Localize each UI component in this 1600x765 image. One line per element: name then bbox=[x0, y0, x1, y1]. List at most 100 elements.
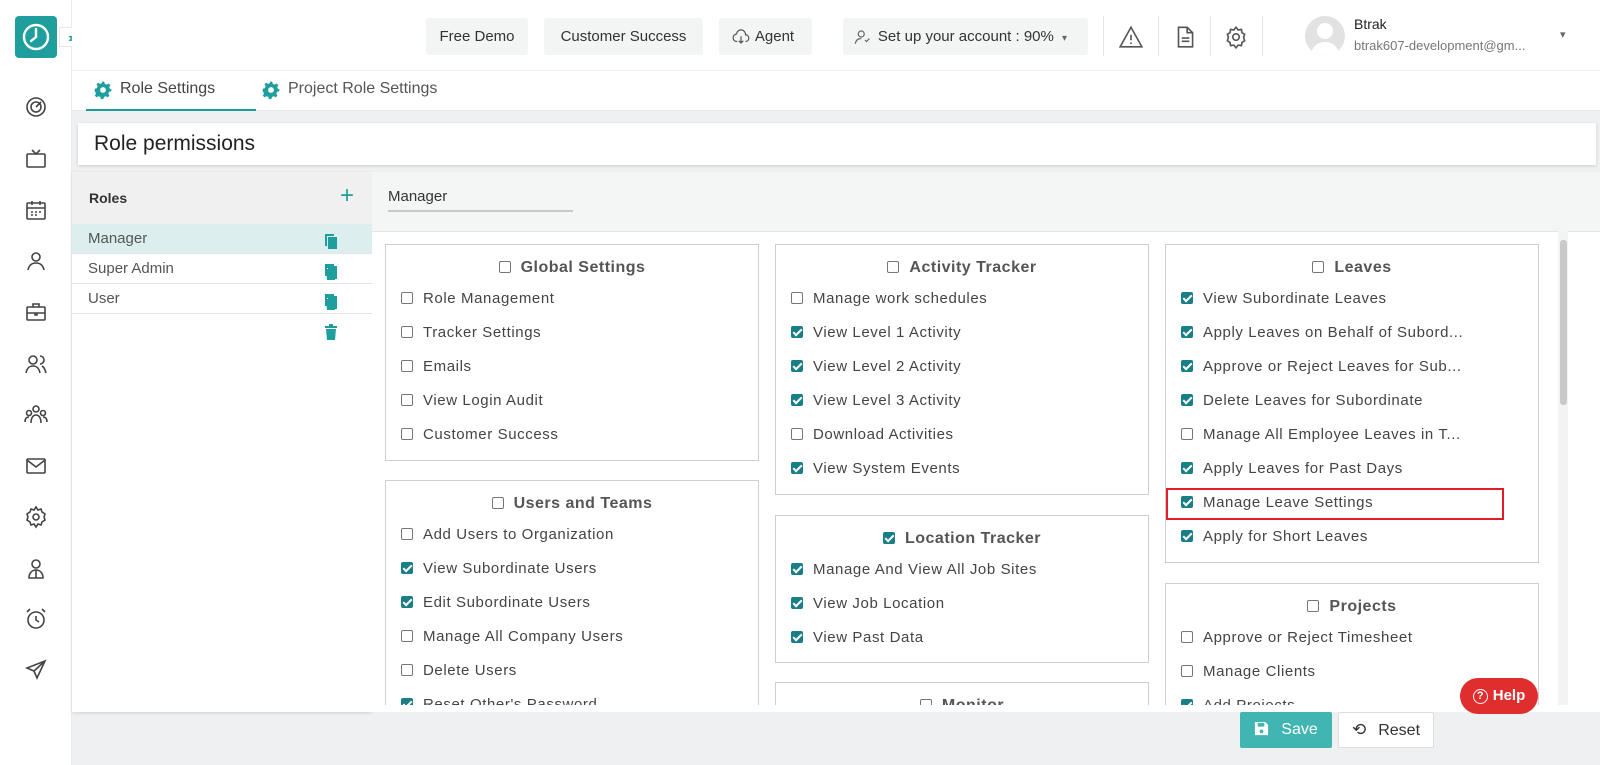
permission-checkbox[interactable] bbox=[401, 394, 413, 406]
card-title[interactable]: Location Tracker bbox=[776, 530, 1148, 548]
permission-checkbox[interactable] bbox=[401, 562, 413, 574]
customer-success-button[interactable]: Customer Success bbox=[544, 18, 703, 55]
permission-item[interactable]: Tracker Settings bbox=[401, 324, 741, 341]
add-role-icon[interactable]: + bbox=[340, 184, 354, 208]
permission-checkbox[interactable] bbox=[401, 630, 413, 642]
role-item-user[interactable]: User bbox=[72, 284, 372, 340]
permission-checkbox[interactable] bbox=[791, 563, 803, 575]
permission-checkbox[interactable] bbox=[791, 292, 803, 304]
permission-checkbox[interactable] bbox=[401, 326, 413, 338]
permission-checkbox[interactable] bbox=[1181, 699, 1193, 705]
permission-checkbox[interactable] bbox=[791, 326, 803, 338]
permission-checkbox[interactable] bbox=[401, 528, 413, 540]
reset-button[interactable]: ⟲ Reset bbox=[1338, 712, 1434, 748]
employee-icon[interactable] bbox=[24, 557, 48, 581]
send-icon[interactable] bbox=[24, 658, 48, 682]
permission-item[interactable]: Approve or Reject Leaves for Sub... bbox=[1181, 358, 1521, 375]
card-title[interactable]: Projects bbox=[1166, 598, 1538, 616]
permission-item[interactable]: View Login Audit bbox=[401, 392, 741, 409]
help-button[interactable]: ? Help bbox=[1460, 678, 1538, 714]
copy-icon[interactable] bbox=[324, 294, 338, 310]
permission-item[interactable]: Delete Users bbox=[401, 662, 741, 679]
permission-checkbox[interactable] bbox=[791, 631, 803, 643]
permission-item[interactable]: Role Management bbox=[401, 290, 741, 307]
permission-checkbox[interactable] bbox=[401, 664, 413, 676]
alarm-icon[interactable] bbox=[24, 607, 48, 631]
permission-item[interactable]: View Level 3 Activity bbox=[791, 392, 1131, 409]
select-all-checkbox[interactable] bbox=[498, 261, 511, 273]
select-all-checkbox[interactable] bbox=[919, 699, 932, 705]
select-all-checkbox[interactable] bbox=[1312, 261, 1325, 273]
permission-checkbox[interactable] bbox=[1181, 665, 1193, 677]
select-all-checkbox[interactable] bbox=[1307, 600, 1320, 612]
permission-item[interactable]: Emails bbox=[401, 358, 741, 375]
permission-item[interactable]: View Level 2 Activity bbox=[791, 358, 1131, 375]
card-title[interactable]: Leaves bbox=[1166, 259, 1538, 277]
permission-item[interactable]: Apply Leaves for Past Days bbox=[1181, 460, 1521, 477]
permission-item[interactable]: Manage All Company Users bbox=[401, 628, 741, 645]
permission-item[interactable]: Edit Subordinate Users bbox=[401, 594, 741, 611]
permission-checkbox[interactable] bbox=[401, 360, 413, 372]
permission-checkbox[interactable] bbox=[791, 360, 803, 372]
setup-account-dropdown[interactable]: Set up your account : 90% ▾ bbox=[843, 18, 1088, 55]
permission-item[interactable]: Delete Leaves for Subordinate bbox=[1181, 392, 1521, 409]
role-item-super-admin[interactable]: Super Admin bbox=[72, 254, 372, 310]
permission-checkbox[interactable] bbox=[791, 462, 803, 474]
select-all-checkbox[interactable] bbox=[887, 261, 900, 273]
settings-icon[interactable] bbox=[24, 505, 48, 529]
user-icon[interactable] bbox=[24, 249, 48, 273]
mail-icon[interactable] bbox=[24, 454, 48, 478]
permission-checkbox[interactable] bbox=[791, 597, 803, 609]
copy-icon[interactable] bbox=[324, 234, 338, 250]
permission-checkbox[interactable] bbox=[401, 428, 413, 440]
warning-icon[interactable] bbox=[1118, 24, 1144, 50]
select-all-checkbox[interactable] bbox=[882, 532, 895, 544]
permission-item[interactable]: View Level 1 Activity bbox=[791, 324, 1131, 341]
permission-item[interactable]: Reset Other's Password bbox=[401, 696, 741, 705]
permission-item[interactable]: Manage Clients bbox=[1181, 663, 1521, 680]
users-icon[interactable] bbox=[24, 352, 48, 376]
permission-checkbox[interactable] bbox=[1181, 292, 1193, 304]
card-title[interactable]: Monitor bbox=[776, 697, 1148, 705]
avatar[interactable] bbox=[1305, 16, 1345, 56]
permission-item[interactable]: Add Users to Organization bbox=[401, 526, 741, 543]
role-item-manager[interactable]: Manager bbox=[72, 224, 372, 280]
copy-icon[interactable] bbox=[324, 264, 338, 280]
tv-icon[interactable] bbox=[24, 147, 48, 171]
permission-checkbox[interactable] bbox=[401, 596, 413, 608]
free-demo-button[interactable]: Free Demo bbox=[426, 18, 528, 55]
permission-checkbox[interactable] bbox=[1181, 462, 1193, 474]
permission-item[interactable]: Apply for Short Leaves bbox=[1181, 528, 1521, 545]
permission-checkbox[interactable] bbox=[791, 428, 803, 440]
document-icon[interactable] bbox=[1172, 24, 1198, 50]
permission-item[interactable]: Customer Success bbox=[401, 426, 741, 443]
team-icon[interactable] bbox=[24, 403, 48, 427]
select-all-checkbox[interactable] bbox=[491, 497, 504, 509]
permission-checkbox[interactable] bbox=[401, 292, 413, 304]
permission-checkbox[interactable] bbox=[1181, 530, 1193, 542]
delete-icon[interactable] bbox=[324, 324, 338, 340]
role-name-input[interactable]: Manager bbox=[388, 186, 573, 212]
permission-checkbox[interactable] bbox=[791, 394, 803, 406]
permission-item[interactable]: Manage And View All Job Sites bbox=[791, 561, 1131, 578]
dashboard-icon[interactable] bbox=[24, 95, 48, 119]
permission-checkbox[interactable] bbox=[1181, 428, 1193, 440]
permission-item[interactable]: Approve or Reject Timesheet bbox=[1181, 629, 1521, 646]
agent-button[interactable]: Agent bbox=[719, 18, 812, 55]
card-title[interactable]: Global Settings bbox=[386, 259, 758, 277]
permission-item[interactable]: Manage All Employee Leaves in T... bbox=[1181, 426, 1521, 443]
permission-item[interactable]: View Job Location bbox=[791, 595, 1131, 612]
permission-item[interactable]: Apply Leaves on Behalf of Subord... bbox=[1181, 324, 1521, 341]
permission-item[interactable]: Download Activities bbox=[791, 426, 1131, 443]
permission-item[interactable]: Manage work schedules bbox=[791, 290, 1131, 307]
app-logo[interactable] bbox=[15, 16, 57, 58]
calendar-icon[interactable] bbox=[24, 198, 48, 222]
permission-checkbox[interactable] bbox=[1181, 326, 1193, 338]
card-title[interactable]: Users and Teams bbox=[386, 495, 758, 513]
permission-checkbox[interactable] bbox=[401, 698, 413, 705]
scrollbar-thumb[interactable] bbox=[1560, 240, 1567, 405]
tab-role-settings[interactable]: Role Settings bbox=[86, 71, 256, 111]
permission-item[interactable]: View Subordinate Leaves bbox=[1181, 290, 1521, 307]
permission-checkbox[interactable] bbox=[1181, 394, 1193, 406]
gear-icon[interactable] bbox=[1223, 24, 1249, 50]
